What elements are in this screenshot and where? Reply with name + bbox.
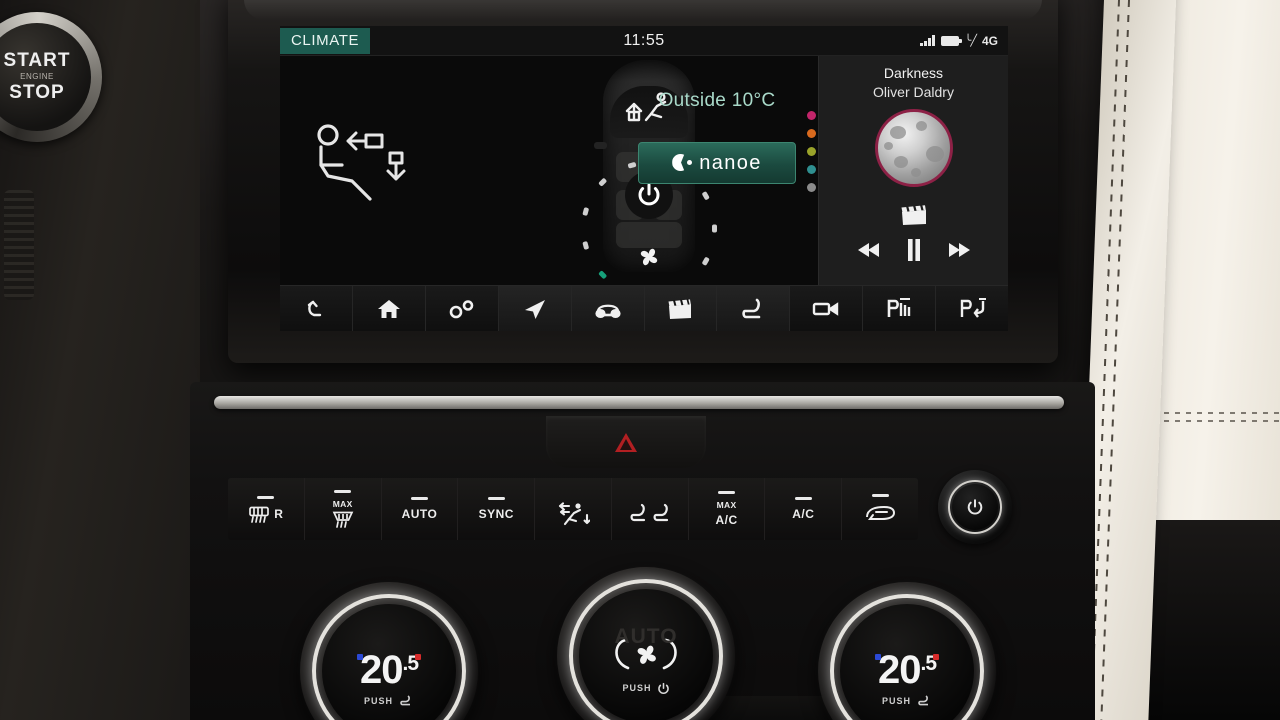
media-button[interactable]	[644, 286, 718, 331]
led-indicator	[257, 495, 275, 499]
speaker-grille	[4, 190, 34, 300]
passenger-temperature-dial[interactable]: 20 .5 PUSH	[818, 582, 996, 720]
mirror-left	[594, 142, 607, 149]
climate-center-panel: Outside 10°C nanoe	[480, 56, 818, 285]
rear-defrost-button[interactable]: R	[228, 478, 305, 540]
button-label: R	[274, 507, 284, 521]
push-hint: PUSH	[364, 695, 414, 706]
hot-dot	[933, 654, 939, 660]
max-defrost-button[interactable]: MAX	[305, 478, 382, 540]
start-label: START	[3, 49, 71, 71]
home-button[interactable]	[353, 286, 426, 331]
led-indicator	[487, 497, 505, 500]
infotainment-screenshot: START ENGINE STOP CLIMATE 11:55 ╰╱ 4G Ou…	[0, 0, 1280, 720]
climate-button-row: R MAX AUTO SYNC MAX A/C A/C	[228, 478, 918, 540]
temperature-range-dots	[840, 654, 974, 660]
indicator-dots	[807, 111, 816, 192]
fast-forward-button[interactable]	[948, 242, 970, 258]
engine-label: ENGINE	[20, 71, 54, 81]
engine-start-stop-button[interactable]: START ENGINE STOP	[0, 12, 102, 142]
album-art[interactable]	[874, 109, 953, 187]
audio-settings-button[interactable]	[426, 286, 499, 331]
park-sensors-button[interactable]	[863, 286, 937, 331]
driver-airflow-panel[interactable]	[280, 56, 480, 285]
track-artist: Oliver Daldry	[873, 84, 954, 100]
ac-button[interactable]: A/C	[765, 478, 843, 540]
push-hint: PUSH	[882, 695, 932, 706]
power-icon	[657, 682, 669, 694]
phone-button[interactable]	[571, 286, 645, 331]
airflow-direction-button[interactable]	[535, 478, 612, 540]
hazard-warning-button[interactable]	[546, 416, 706, 468]
stop-label: STOP	[9, 82, 65, 104]
seated-person-airflow-icon	[310, 121, 420, 211]
led-indicator	[794, 497, 812, 500]
hazard-triangle-icon	[615, 432, 637, 452]
back-button[interactable]	[280, 286, 353, 331]
cold-dot	[357, 654, 363, 660]
led-indicator	[565, 492, 582, 495]
push-label: PUSH	[622, 683, 652, 693]
track-title: Darkness	[883, 65, 944, 81]
media-clapperboard-icon[interactable]	[819, 203, 1008, 227]
battery-icon	[940, 35, 962, 46]
temperature-range-dots	[322, 654, 456, 660]
auto-climate-button[interactable]: AUTO	[382, 478, 459, 540]
heated-seats-button[interactable]	[612, 478, 689, 540]
led-indicator	[718, 491, 736, 495]
button-label: A/C	[715, 512, 738, 527]
hot-dot	[415, 654, 421, 660]
auto-ghost-label: AUTO	[614, 625, 678, 648]
button-sublabel: MAX	[716, 500, 737, 511]
media-panel[interactable]: Darkness Oliver Daldry	[807, 56, 1008, 285]
button-label: SYNC	[478, 507, 514, 521]
led-indicator	[871, 494, 889, 497]
button-label: A/C	[792, 507, 815, 521]
push-hint: PUSH	[622, 682, 669, 695]
screen-toolbar	[280, 285, 1008, 331]
camera-button[interactable]	[790, 286, 864, 331]
infotainment-screen[interactable]: CLIMATE 11:55 ╰╱ 4G Outside 10°C nanoe D…	[280, 26, 1008, 331]
audio-power-knob[interactable]	[938, 470, 1012, 544]
button-label: AUTO	[401, 507, 438, 521]
status-icon-group: ╰╱ 4G	[920, 34, 998, 48]
power-icon	[952, 484, 998, 530]
signal-bars-icon	[920, 35, 935, 46]
seat-comfort-button[interactable]	[717, 286, 791, 331]
led-indicator	[641, 493, 658, 496]
media-transport-controls	[819, 239, 1008, 261]
network-label: 4G	[981, 33, 998, 48]
led-indicator	[410, 497, 428, 500]
outside-temperature: Outside 10°C	[658, 90, 776, 111]
fan-speed-dial[interactable]: AUTO PUSH	[557, 567, 735, 720]
driver-temperature-dial[interactable]: 20 .5 PUSH	[300, 582, 478, 720]
push-label: PUSH	[363, 695, 393, 706]
rewind-button[interactable]	[857, 242, 880, 258]
cold-dot	[875, 654, 881, 660]
led-indicator	[334, 489, 352, 493]
wifi-off-icon: ╰╱	[964, 35, 977, 47]
pause-button[interactable]	[906, 239, 922, 261]
chrome-trim-strip	[214, 396, 1064, 409]
park-assist-button[interactable]	[936, 286, 1008, 331]
nanoe-logo-icon	[672, 153, 693, 173]
dial-display: AUTO PUSH	[579, 589, 713, 720]
navigation-button[interactable]	[498, 286, 572, 331]
max-ac-button[interactable]: MAX A/C	[689, 478, 766, 540]
screen-body: Outside 10°C nanoe Darkness Oliver Daldr…	[280, 56, 1008, 285]
recirculation-button[interactable]	[842, 478, 918, 540]
heated-seat-icon	[400, 695, 410, 706]
button-sublabel: MAX	[332, 498, 353, 509]
heated-seat-icon	[918, 695, 928, 706]
nanoe-button[interactable]: nanoe	[638, 142, 796, 184]
fan-icon[interactable]	[634, 242, 664, 272]
nanoe-label: nanoe	[699, 151, 762, 174]
status-bar: CLIMATE 11:55 ╰╱ 4G	[280, 26, 1008, 56]
push-label: PUSH	[881, 695, 911, 706]
clock: 11:55	[623, 31, 665, 49]
bezel-gloss	[244, 0, 1042, 20]
sync-climate-button[interactable]: SYNC	[458, 478, 536, 540]
